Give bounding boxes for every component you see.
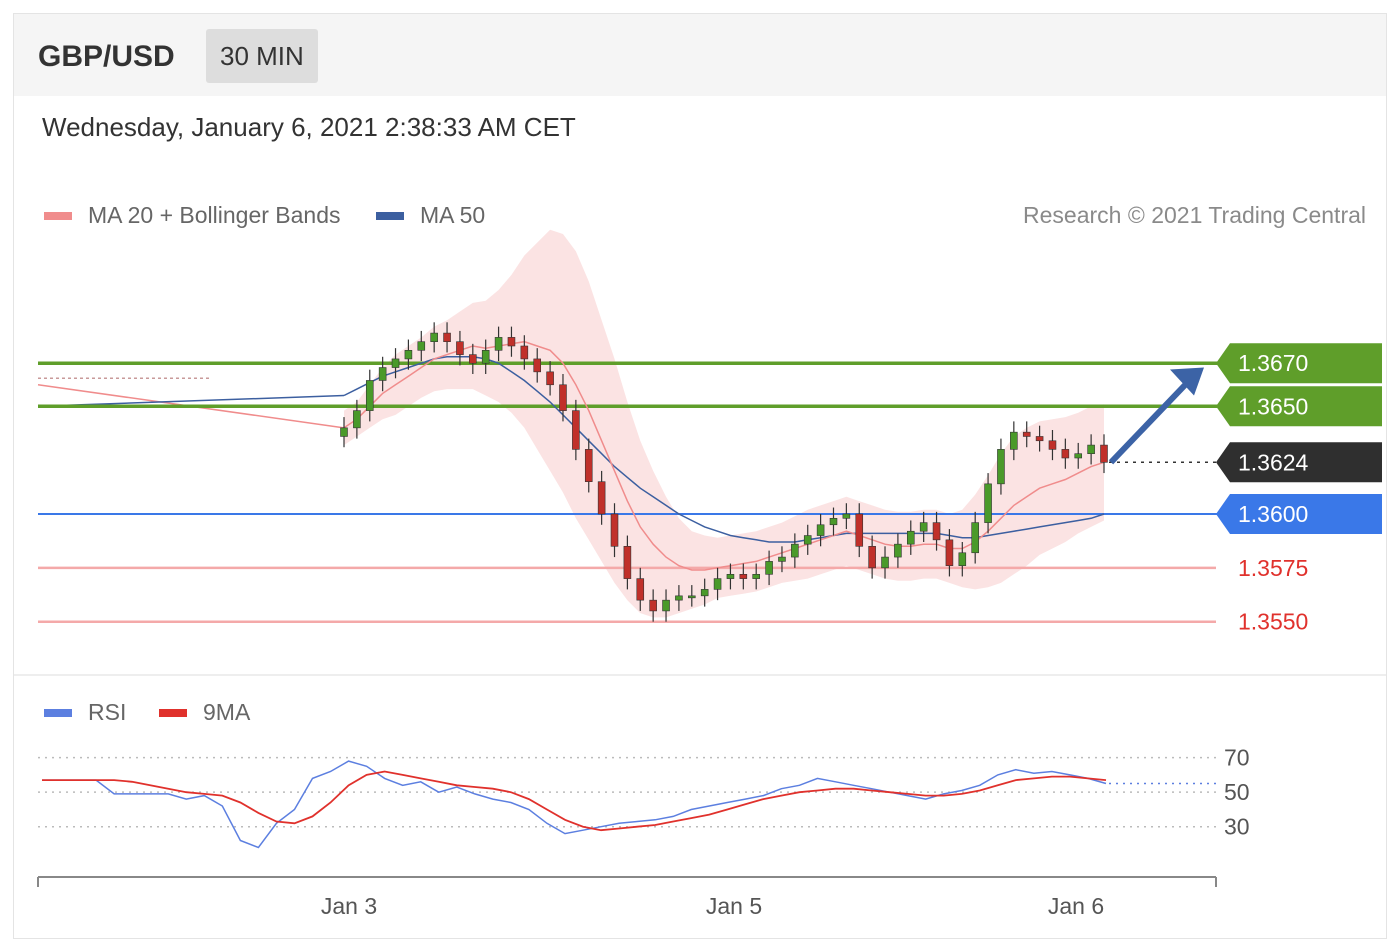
level-tag-label-0: 1.3670 (1238, 350, 1308, 376)
candle-up (378, 367, 387, 381)
candle-up (404, 350, 413, 360)
candle-up (842, 513, 851, 519)
candle-up (906, 530, 915, 545)
candle-up (997, 449, 1005, 485)
candle-up (816, 524, 825, 536)
candle-up (765, 561, 773, 575)
level-tag-label-1: 1.3650 (1238, 393, 1308, 419)
candle-down (932, 522, 941, 541)
candle-down (584, 449, 593, 482)
level-tag-label-3: 1.3600 (1238, 501, 1308, 527)
rsi-tick-label-30: 30 (1224, 814, 1250, 840)
candle-down (597, 481, 606, 515)
chart-widget: GBP/USD 30 MIN Wednesday, January 6, 202… (13, 13, 1387, 939)
candle-down (623, 546, 632, 579)
candle-up (984, 483, 992, 523)
x-tick-label-2: Jan 6 (1048, 893, 1104, 919)
candle-down (469, 354, 477, 364)
x-tick-label-1: Jan 5 (706, 893, 762, 919)
candle-down (520, 345, 529, 360)
candle-down (610, 513, 619, 547)
candle-up (1010, 431, 1018, 450)
candle-down (1022, 431, 1031, 437)
x-tick-label-0: Jan 3 (321, 893, 377, 919)
bollinger-band-area (344, 229, 1104, 618)
candle-down (443, 332, 451, 342)
candle-down (868, 546, 876, 569)
candle-up (391, 358, 400, 368)
candle-up (353, 410, 361, 429)
candle-up (494, 337, 503, 351)
candle-up (726, 574, 735, 579)
candle-down (855, 513, 864, 547)
candle-down (739, 574, 748, 579)
candle-up (365, 380, 374, 411)
candle-down (559, 384, 567, 411)
candle-up (417, 341, 426, 351)
candle-up (662, 599, 670, 612)
candle-down (649, 599, 657, 612)
candle-up (340, 427, 348, 437)
candle-down (1100, 444, 1108, 463)
candle-up (791, 543, 799, 558)
candle-down (533, 358, 542, 373)
candle-up (1074, 453, 1083, 459)
candle-up (675, 595, 683, 601)
rsi-line (42, 760, 1107, 849)
support-label-5: 1.3550 (1238, 609, 1308, 635)
candle-down (456, 341, 464, 355)
candle-down (507, 337, 516, 347)
candle-up (894, 543, 902, 558)
candle-up (700, 589, 709, 597)
level-tag-label-2: 1.3624 (1238, 449, 1309, 475)
candle-up (481, 350, 490, 364)
candle-up (958, 552, 967, 566)
candle-down (572, 410, 580, 450)
candle-up (919, 522, 928, 532)
candle-down (1048, 440, 1057, 450)
candle-down (1035, 436, 1044, 442)
candle-up (430, 332, 438, 342)
support-label-4: 1.3575 (1238, 555, 1308, 581)
candle-down (546, 371, 554, 386)
rsi-9ma-line (42, 770, 1107, 832)
rsi-tick-label-50: 50 (1224, 779, 1250, 805)
candle-up (688, 595, 696, 599)
candle-up (713, 578, 722, 590)
candle-down (945, 539, 954, 566)
candle-up (778, 556, 786, 562)
trend-arrow-shaft (1108, 371, 1199, 465)
candle-up (1087, 444, 1095, 454)
candle-up (803, 535, 812, 545)
candle-up (752, 574, 760, 579)
candle-up (971, 522, 979, 554)
rsi-tick-label-70: 70 (1224, 745, 1250, 771)
candle-down (636, 578, 645, 601)
candle-down (1061, 449, 1070, 459)
candle-up (829, 518, 838, 526)
price-chart-svg: 1.3670 1.3650 1.3624 1.3600 1.3575 1.3550 70 50… (37, 229, 1382, 919)
candle-up (881, 556, 889, 569)
